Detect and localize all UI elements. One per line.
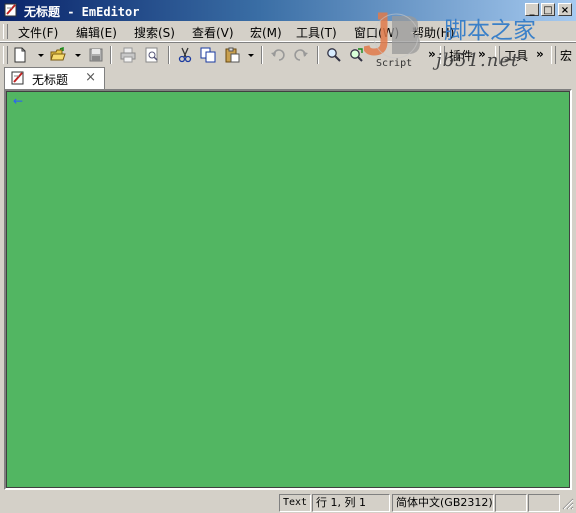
paste-icon[interactable]: [224, 47, 240, 63]
plugins-overflow-chevron[interactable]: »: [478, 47, 486, 61]
menu-file[interactable]: 文件(F): [18, 24, 58, 41]
open-dropdown-arrow[interactable]: [75, 54, 81, 57]
tab-strip: 无标题 ×: [0, 67, 576, 89]
toolbar-overflow-chevron[interactable]: »: [428, 47, 436, 61]
status-position[interactable]: 行 1, 列 1: [312, 494, 390, 512]
copy-icon[interactable]: [200, 47, 216, 63]
title-bar[interactable]: 无标题 - EmEditor _ □ ×: [0, 0, 576, 21]
paste-dropdown-arrow[interactable]: [248, 54, 254, 57]
text-editor-area[interactable]: ←: [6, 91, 570, 488]
close-button[interactable]: ×: [558, 3, 572, 16]
tools-overflow-chevron[interactable]: »: [536, 47, 544, 61]
toolbar: » 插件 » 工具 » 宏: [0, 42, 576, 67]
window-title: 无标题 - EmEditor: [24, 5, 140, 19]
resize-grip-icon[interactable]: [562, 498, 574, 510]
tools-toolbar-grip[interactable]: [495, 46, 500, 64]
tab-label: 无标题: [32, 73, 69, 87]
emeditor-app-icon[interactable]: [4, 3, 18, 17]
menu-edit[interactable]: 编辑(E): [76, 24, 117, 41]
toolbar-grip[interactable]: [3, 46, 8, 64]
status-bar: Text 行 1, 列 1 简体中文(GB2312): [0, 492, 576, 513]
tab-close-icon[interactable]: ×: [85, 70, 96, 85]
plugins-toolbar-label[interactable]: 插件: [449, 47, 473, 64]
redo-icon[interactable]: [293, 47, 309, 63]
editor-frame: ←: [4, 89, 572, 490]
plugins-toolbar-grip[interactable]: [440, 46, 445, 64]
menu-tools[interactable]: 工具(T): [296, 24, 337, 41]
toolbar-separator: [168, 46, 170, 64]
open-folder-icon[interactable]: [50, 47, 66, 63]
minimize-button[interactable]: _: [525, 3, 539, 16]
menu-macro[interactable]: 宏(M): [250, 24, 282, 41]
cut-icon[interactable]: [177, 47, 193, 63]
status-panel-4: [495, 494, 527, 512]
status-encoding[interactable]: 简体中文(GB2312): [392, 494, 494, 512]
tools-toolbar-label[interactable]: 工具: [504, 47, 528, 64]
toolbar-separator: [110, 46, 112, 64]
menu-search[interactable]: 搜索(S): [134, 24, 175, 41]
save-icon[interactable]: [88, 47, 104, 63]
print-preview-icon[interactable]: [144, 47, 160, 63]
menu-bar: 文件(F) 编辑(E) 搜索(S) 查看(V) 宏(M) 工具(T) 窗口(W)…: [0, 21, 576, 42]
find-next-icon[interactable]: [348, 47, 364, 63]
new-dropdown-arrow[interactable]: [38, 54, 44, 57]
status-panel-5: [528, 494, 560, 512]
print-icon[interactable]: [120, 47, 136, 63]
toolbar-separator: [261, 46, 263, 64]
macro-toolbar-label[interactable]: 宏: [560, 47, 572, 64]
toolbar-separator: [317, 46, 319, 64]
menu-grip[interactable]: [3, 24, 8, 39]
document-icon: [11, 71, 24, 85]
tab-untitled[interactable]: 无标题 ×: [4, 67, 105, 89]
newline-marker: ←: [13, 94, 24, 108]
status-mode[interactable]: Text: [279, 494, 311, 512]
new-file-icon[interactable]: [12, 47, 28, 63]
menu-help[interactable]: 帮助(H): [412, 24, 454, 41]
undo-icon[interactable]: [270, 47, 286, 63]
menu-view[interactable]: 查看(V): [192, 24, 234, 41]
maximize-button[interactable]: □: [541, 3, 555, 16]
find-icon[interactable]: [326, 47, 342, 63]
menu-window[interactable]: 窗口(W): [354, 24, 399, 41]
macro-toolbar-grip[interactable]: [551, 46, 556, 64]
